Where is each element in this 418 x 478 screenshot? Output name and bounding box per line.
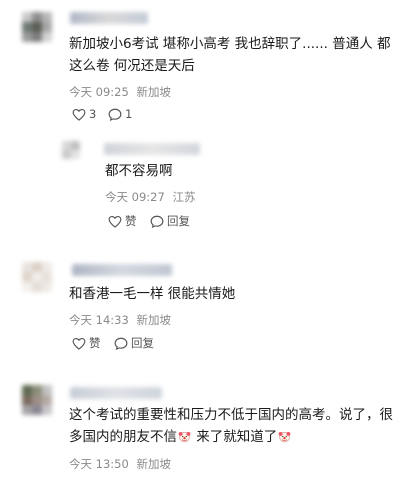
comment-text-part-1: 多国内的朋友不信: [69, 429, 177, 445]
reply-button[interactable]: 1: [108, 107, 132, 121]
like-button[interactable]: 赞: [108, 213, 137, 229]
comment-time: 今天 14:33: [69, 313, 129, 327]
reply-label: 回复: [167, 214, 190, 228]
comment-text-line-2: 多国内的朋友不信 来了就知道了: [69, 426, 292, 448]
username[interactable]: [72, 264, 172, 276]
comment-location: 新加坡: [136, 313, 171, 327]
comment-text-line-1: 这个考试的重要性和压力不低于国内的高考。说了，很: [69, 407, 393, 423]
comment-text-line-1: 新加坡小6考试 堪称小高考 我也辞职了...... 普通人 都: [69, 36, 391, 52]
reply-button[interactable]: 回复: [150, 213, 190, 229]
reply-count: 1: [125, 107, 133, 121]
reply-meta: 今天 09:27 江苏: [105, 189, 195, 205]
username[interactable]: [70, 387, 162, 399]
like-button[interactable]: 3: [72, 107, 96, 121]
comment-text-line-2: 这么卷 何况还是天后: [69, 58, 195, 74]
username[interactable]: [70, 12, 148, 24]
comment-time: 今天 13:50: [69, 457, 129, 471]
comment-bubble-icon: [150, 215, 164, 228]
avatar[interactable]: [62, 141, 80, 159]
comment-location: 新加坡: [136, 85, 171, 99]
like-label: 赞: [89, 336, 101, 350]
comment-text-part-2: 来了就知道了: [192, 429, 278, 445]
comment-bubble-icon: [108, 108, 122, 121]
reply-text: 都不容易啊: [105, 163, 173, 179]
clown-face-emoji-icon: [278, 431, 291, 443]
comment-meta: 今天 09:25 新加坡: [69, 84, 171, 100]
reply-time: 今天 09:27: [105, 190, 165, 204]
comment-bubble-icon: [114, 337, 128, 350]
like-button[interactable]: 赞: [72, 335, 101, 351]
comment-meta: 今天 13:50 新加坡: [69, 456, 171, 472]
username[interactable]: [104, 143, 200, 155]
avatar[interactable]: [22, 385, 52, 415]
heart-icon: [108, 215, 122, 228]
heart-icon: [72, 108, 86, 121]
like-count: 3: [89, 107, 97, 121]
reply-location: 江苏: [172, 190, 196, 204]
comment-time: 今天 09:25: [69, 85, 129, 99]
reply-button[interactable]: 回复: [114, 335, 154, 351]
reply-label: 回复: [131, 336, 154, 350]
like-label: 赞: [125, 214, 137, 228]
avatar[interactable]: [22, 262, 52, 292]
comment-text-line-1: 和香港一毛一样 很能共情她: [69, 286, 236, 302]
avatar[interactable]: [22, 12, 52, 42]
comment-location: 新加坡: [136, 457, 171, 471]
heart-icon: [72, 337, 86, 350]
clown-face-emoji-icon: [178, 431, 191, 443]
comment-meta: 今天 14:33 新加坡: [69, 312, 171, 328]
